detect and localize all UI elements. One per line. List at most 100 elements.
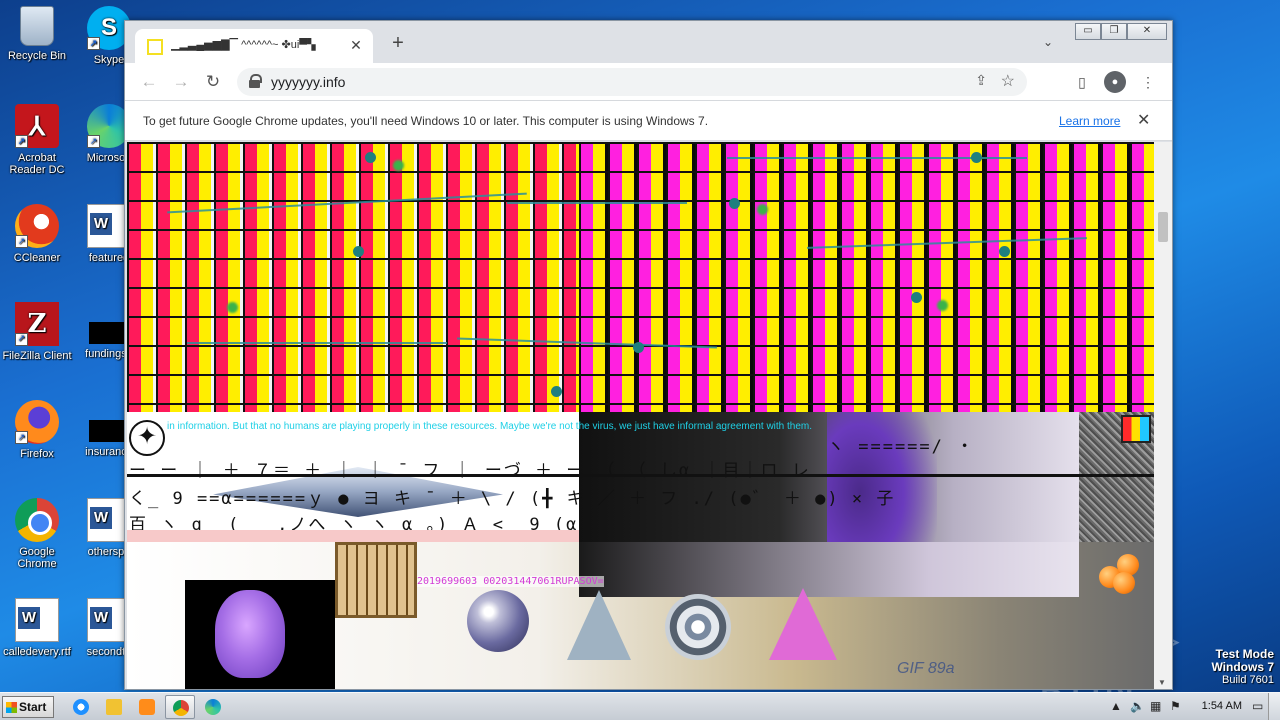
grid-lines [127, 142, 579, 412]
side-panel-icon[interactable]: ▯ [1071, 71, 1093, 93]
ie-icon [73, 699, 89, 715]
taskbar-explorer[interactable] [99, 695, 129, 719]
chrome-window: ▁▂▃▄▅▆▇▔ ^^^^^^~ ✤ui▀▚ ✕ + ⌄ ▭ ❐ ✕ ← → ↻… [124, 20, 1173, 690]
desktop-icon-recycle-bin[interactable]: Recycle Bin [0, 6, 74, 62]
shortcut-arrow-icon: ↗ [15, 431, 28, 444]
show-desktop-button[interactable] [1268, 693, 1280, 720]
desktop-icon-acrobat[interactable]: ⅄ ↗ Acrobat Reader DC [0, 104, 74, 176]
desktop-icon-label: Acrobat Reader DC [9, 152, 65, 176]
tab-title: ▁▂▃▄▅▆▇▔ ^^^^^^~ ✤ui▀▚ [171, 39, 316, 51]
browser-toolbar: ← → ↻ yyyyyyy.info ⇪ ☆ ▯ ● ⋮ [125, 63, 1172, 101]
compass-icon: ✦ [129, 420, 165, 456]
floppy-disk-icon [1121, 415, 1151, 443]
network-icon[interactable]: ▦ [1150, 699, 1161, 713]
monitor-icon[interactable]: ▭ [1252, 699, 1263, 713]
close-window-button[interactable]: ✕ [1127, 23, 1167, 40]
page-scrollbar[interactable]: ▼ [1154, 142, 1172, 689]
abacus-image [335, 542, 417, 618]
shortcut-arrow-icon: ↗ [87, 37, 100, 50]
glitch-dot [365, 152, 376, 163]
recycle-bin-icon [20, 6, 54, 46]
desktop-icon-label: Firefox [20, 448, 54, 460]
glitch-dot [937, 300, 948, 311]
glitch-dot [999, 246, 1010, 257]
taskbar-ie[interactable] [66, 695, 96, 719]
ticker-text: in information. But that no humans are p… [167, 421, 813, 432]
glitch-dot [911, 292, 922, 303]
new-tab-button[interactable]: + [387, 33, 409, 55]
menu-kebab-icon[interactable]: ⋮ [1137, 71, 1159, 93]
taskbar-media-player[interactable] [132, 695, 162, 719]
desktop-icon-chrome[interactable]: Google Chrome [0, 498, 74, 570]
taskbar-edge[interactable] [198, 695, 228, 719]
edge-icon [205, 699, 221, 715]
desktop-icon-calledevery[interactable]: calledevery.rtf [0, 598, 74, 658]
tab-search-chevron-icon[interactable]: ⌄ [1043, 35, 1053, 49]
shortcut-arrow-icon: ↗ [87, 135, 100, 148]
glitch-line [727, 157, 1027, 159]
glitch-grid [127, 142, 1154, 412]
back-button[interactable]: ← [138, 71, 160, 93]
desktop-icon-label: CCleaner [13, 252, 61, 264]
test-mode-notice: Test Mode Windows 7 Build 7601 [1211, 648, 1274, 687]
glitch-dot [227, 302, 238, 313]
profile-avatar-icon[interactable]: ● [1104, 71, 1126, 93]
shortcut-arrow-icon: ↗ [15, 333, 28, 346]
glitch-dot [551, 386, 562, 397]
infobar-close-button[interactable]: ✕ [1137, 110, 1150, 130]
orange-icon [1113, 572, 1135, 594]
pink-band [127, 530, 579, 542]
lock-icon[interactable] [249, 74, 262, 88]
tab-close-button[interactable]: ✕ [347, 36, 365, 54]
forward-button[interactable]: → [170, 71, 192, 93]
acrobat-icon: ⅄ ↗ [15, 104, 59, 148]
serial-text: 2019699603 002031447061RUPASOV= [417, 576, 604, 587]
pink-cone-image [769, 588, 837, 660]
desktop-icon-ccleaner[interactable]: ↗ CCleaner [0, 204, 74, 264]
scrollbar-thumb[interactable] [1158, 212, 1168, 242]
desktop-icon-filezilla[interactable]: Z ↗ FileZilla Client [0, 302, 74, 362]
url-text[interactable]: yyyyyyy.info [271, 74, 345, 90]
oranges-image [1099, 548, 1147, 594]
grid-lines [579, 142, 1154, 412]
scroll-down-arrow-icon[interactable]: ▼ [1158, 678, 1166, 687]
tab-strip: ▁▂▃▄▅▆▇▔ ^^^^^^~ ✤ui▀▚ ✕ + ⌄ ▭ ❐ ✕ [125, 21, 1172, 63]
update-infobar: To get future Google Chrome updates, you… [125, 101, 1172, 141]
bookmark-star-icon[interactable]: ☆ [1001, 71, 1015, 91]
start-button[interactable]: Start [2, 696, 54, 718]
glitch-line [507, 202, 687, 204]
page-content[interactable]: ✦ in information. But that no humans are… [127, 142, 1154, 689]
purple-face-icon [215, 590, 285, 678]
glitch-ticker: ✦ in information. But that no humans are… [127, 412, 1154, 542]
minimize-button[interactable]: ▭ [1075, 23, 1101, 40]
firefox-icon: ↗ [15, 400, 59, 444]
black-file-icon [89, 322, 129, 344]
flag-icon[interactable]: ⚑ [1170, 699, 1181, 713]
glitch-dot [353, 246, 364, 257]
browser-tab[interactable]: ▁▂▃▄▅▆▇▔ ^^^^^^~ ✤ui▀▚ ✕ [135, 29, 373, 63]
taskbar-chrome[interactable] [165, 695, 195, 719]
glitch-bar [127, 474, 1154, 477]
address-bar[interactable]: yyyyyyy.info ⇪ ☆ [237, 68, 1027, 96]
infobar-message: To get future Google Chrome updates, you… [143, 114, 709, 128]
volume-icon[interactable]: 🔈 [1130, 699, 1145, 713]
ascii-art-line: ー ー ｜ ＋ ７＝ ＋ ｜ ｜ ¯ フ ｜ ーづ ＋ ー （ （ しα ｜目｜… [129, 461, 811, 481]
chrome-icon [15, 498, 59, 542]
clock[interactable]: 1:54 AM [1202, 700, 1242, 712]
desktop: Recycle Bin ⅄ ↗ Acrobat Reader DC ↗ CClea… [0, 0, 1280, 692]
desktop-icon-firefox[interactable]: ↗ Firefox [0, 400, 74, 460]
glitch-dot [633, 342, 644, 353]
favicon-icon [147, 39, 163, 55]
learn-more-link[interactable]: Learn more [1059, 114, 1120, 128]
desktop-icon-label: calledevery.rtf [3, 646, 71, 658]
reload-button[interactable]: ↻ [202, 71, 224, 93]
tray-expand-icon[interactable]: ▲ [1110, 699, 1122, 713]
taskbar: Start ▲ 🔈 ▦ ⚑ 1:54 AM ▭ [0, 692, 1280, 720]
ccleaner-icon: ↗ [15, 204, 59, 248]
share-icon[interactable]: ⇪ [975, 72, 987, 89]
word-doc-icon [15, 598, 59, 642]
restore-button[interactable]: ❐ [1101, 23, 1127, 40]
glitch-line [187, 342, 447, 344]
gif-label: GIF 89a [897, 660, 955, 677]
glitch-dot [757, 204, 768, 215]
